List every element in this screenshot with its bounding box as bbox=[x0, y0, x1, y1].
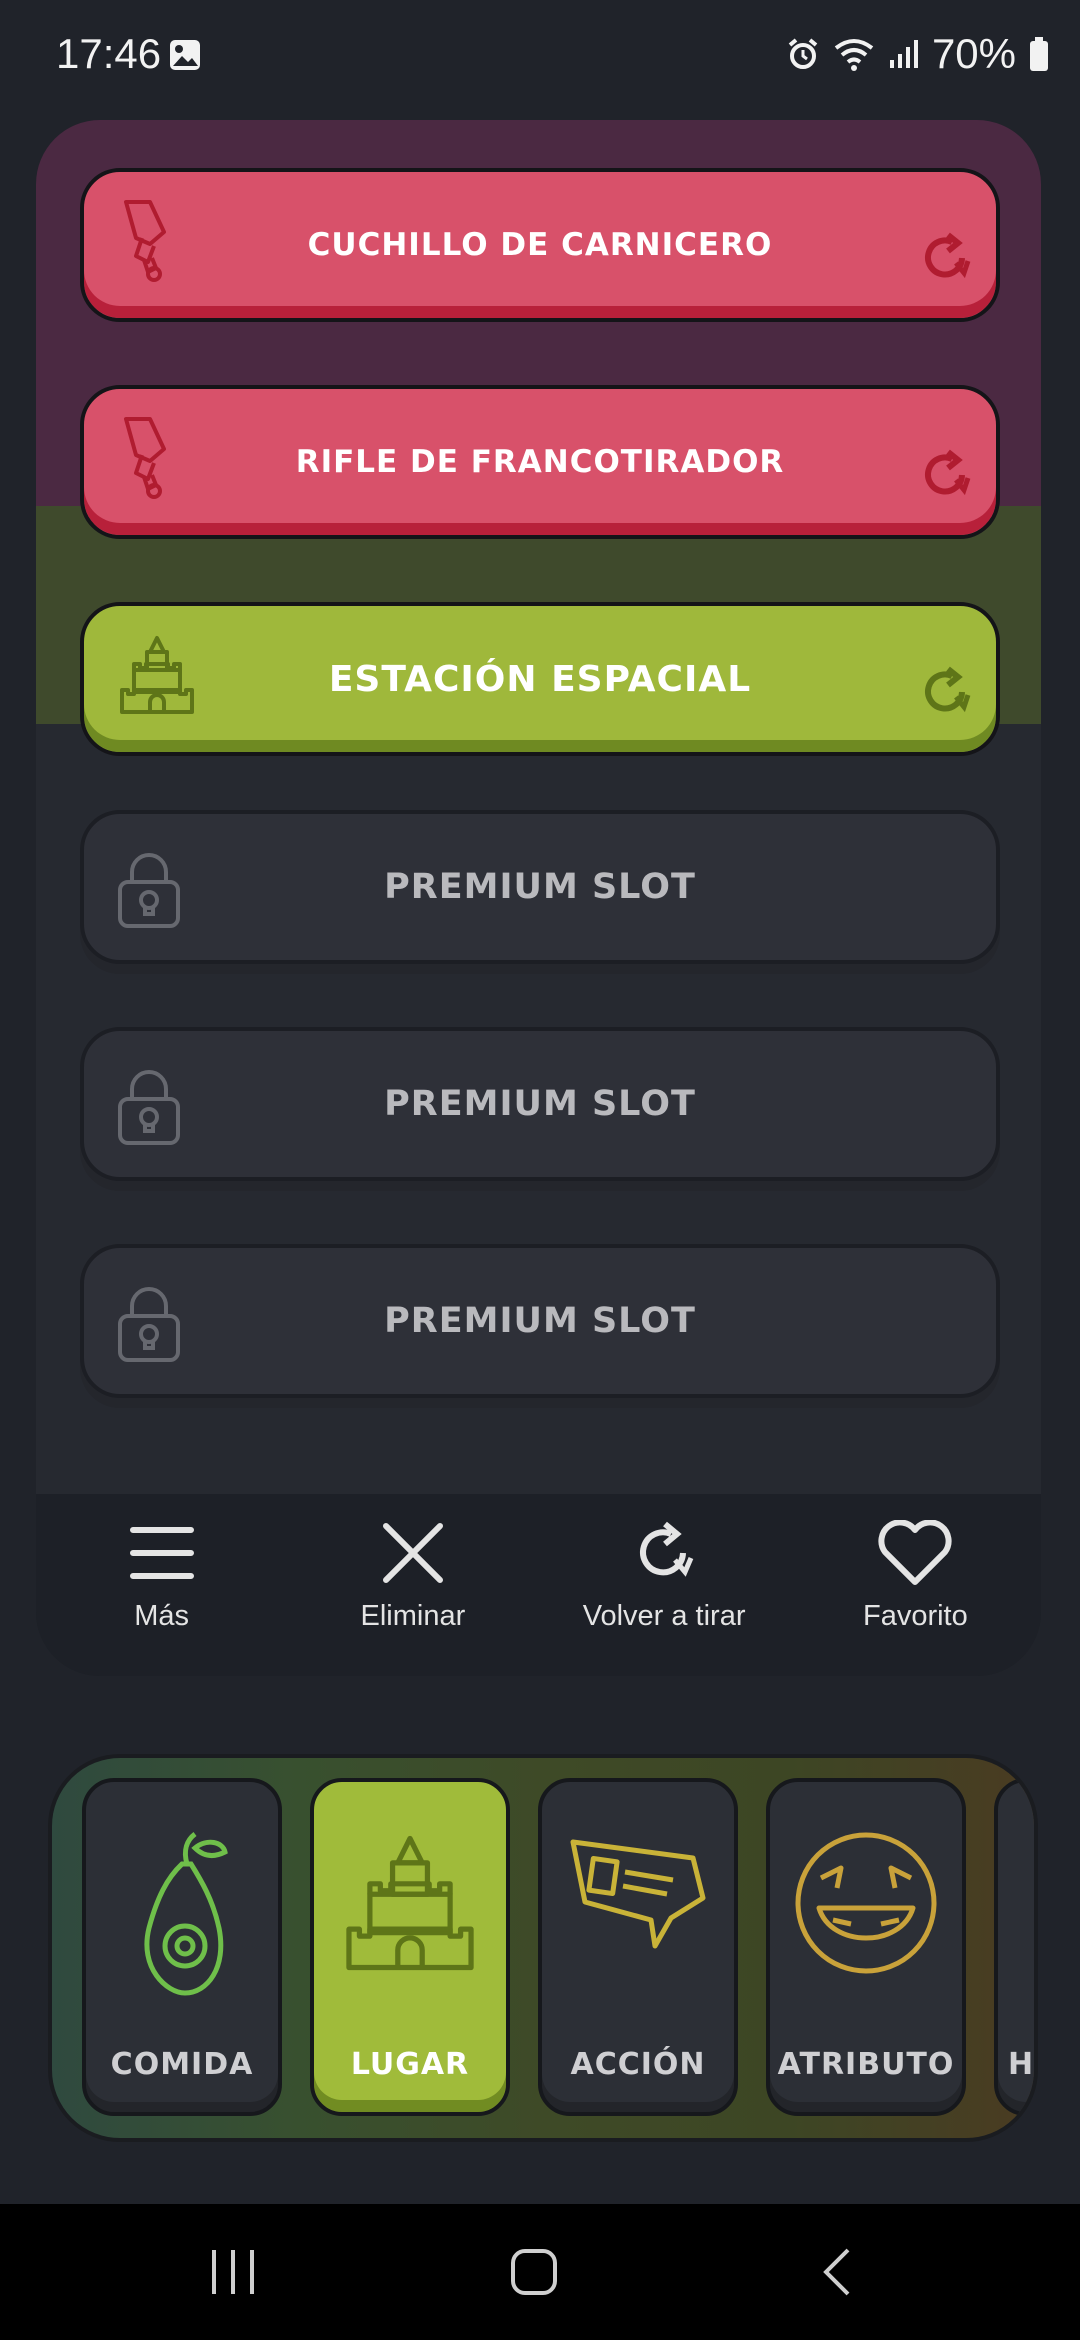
category-lugar[interactable]: LUGAR bbox=[310, 1778, 510, 2116]
category-atributo[interactable]: ATRIBUTO bbox=[766, 1778, 966, 2116]
favorite-button[interactable]: Favorito bbox=[790, 1494, 1041, 1676]
category-partial[interactable]: H bbox=[994, 1778, 1035, 2116]
slot-label: PREMIUM SLOT bbox=[384, 1084, 696, 1124]
action-bar: Más Eliminar Volver a tirar Favorito bbox=[36, 1494, 1041, 1676]
slot-2[interactable]: RIFLE DE FRANCOTIRADOR bbox=[80, 385, 1000, 539]
category-label: COMIDA bbox=[110, 2047, 254, 2082]
status-indicators: 70% bbox=[786, 30, 1050, 78]
reroll-button[interactable]: Volver a tirar bbox=[539, 1494, 790, 1676]
system-navigation-bar bbox=[0, 2204, 1080, 2340]
signal-icon bbox=[889, 40, 918, 68]
home-icon bbox=[511, 2249, 557, 2295]
home-button[interactable] bbox=[510, 2248, 558, 2301]
category-label: ACCIÓN bbox=[570, 2047, 706, 2082]
slot-1[interactable]: CUCHILLO DE CARNICERO bbox=[80, 168, 1000, 322]
gallery-notification-icon bbox=[168, 38, 202, 77]
slot-label: PREMIUM SLOT bbox=[384, 867, 696, 907]
castle-icon bbox=[114, 632, 200, 723]
ticket-icon bbox=[570, 1839, 706, 1949]
sword-icon bbox=[114, 198, 184, 293]
slot-label: CUCHILLO DE CARNICERO bbox=[307, 227, 773, 263]
battery-icon bbox=[1030, 37, 1048, 71]
slot-3[interactable]: ESTACIÓN ESPACIAL bbox=[80, 602, 1000, 756]
status-bar: 17:46 70% bbox=[0, 0, 1080, 112]
delete-button[interactable]: Eliminar bbox=[287, 1494, 538, 1676]
premium-slot-1[interactable]: PREMIUM SLOT bbox=[80, 810, 1000, 964]
menu-icon bbox=[129, 1527, 194, 1579]
avocado-icon bbox=[144, 1832, 228, 1996]
laughing-face-icon bbox=[795, 1832, 937, 1974]
category-comida[interactable]: COMIDA bbox=[82, 1778, 282, 2116]
slot-label: ESTACIÓN ESPACIAL bbox=[328, 658, 752, 700]
reroll-icon[interactable] bbox=[918, 231, 972, 290]
slot-label: PREMIUM SLOT bbox=[384, 1301, 696, 1341]
slot-label: RIFLE DE FRANCOTIRADOR bbox=[295, 444, 785, 480]
heart-icon bbox=[878, 1520, 952, 1585]
status-time: 17:46 bbox=[56, 30, 162, 77]
category-label: H bbox=[1008, 2047, 1035, 2082]
sword-icon bbox=[114, 415, 184, 510]
category-selector: COMIDA LUGAR ACCIÓN ATRIBUTO H bbox=[48, 1754, 1038, 2142]
premium-slot-3[interactable]: PREMIUM SLOT bbox=[80, 1244, 1000, 1398]
alarm-icon bbox=[788, 38, 818, 69]
reroll-icon[interactable] bbox=[918, 448, 972, 507]
back-icon bbox=[823, 2248, 850, 2296]
slot-panel: CUCHILLO DE CARNICERO RIFLE DE FRANCOTIR… bbox=[36, 120, 1041, 1676]
reroll-label: Volver a tirar bbox=[582, 1600, 746, 1632]
category-label: ATRIBUTO bbox=[777, 2047, 955, 2082]
category-label: LUGAR bbox=[350, 2047, 470, 2082]
delete-label: Eliminar bbox=[360, 1600, 466, 1632]
lock-icon bbox=[114, 850, 184, 935]
recent-apps-button[interactable] bbox=[210, 2248, 256, 2301]
reroll-icon[interactable] bbox=[918, 665, 972, 724]
premium-slot-2[interactable]: PREMIUM SLOT bbox=[80, 1027, 1000, 1181]
back-button[interactable] bbox=[822, 2248, 852, 2301]
more-label: Más bbox=[134, 1600, 190, 1632]
wifi-icon bbox=[834, 39, 874, 71]
recent-apps-icon bbox=[212, 2250, 254, 2294]
reroll-icon bbox=[640, 1521, 694, 1577]
category-accion[interactable]: ACCIÓN bbox=[538, 1778, 738, 2116]
lock-icon bbox=[114, 1067, 184, 1152]
battery-percentage: 70% bbox=[931, 30, 1016, 77]
more-button[interactable]: Más bbox=[36, 1494, 287, 1676]
close-icon bbox=[382, 1523, 443, 1583]
lock-icon bbox=[114, 1284, 184, 1369]
castle-icon bbox=[346, 1835, 474, 1971]
favorite-label: Favorito bbox=[862, 1600, 968, 1632]
